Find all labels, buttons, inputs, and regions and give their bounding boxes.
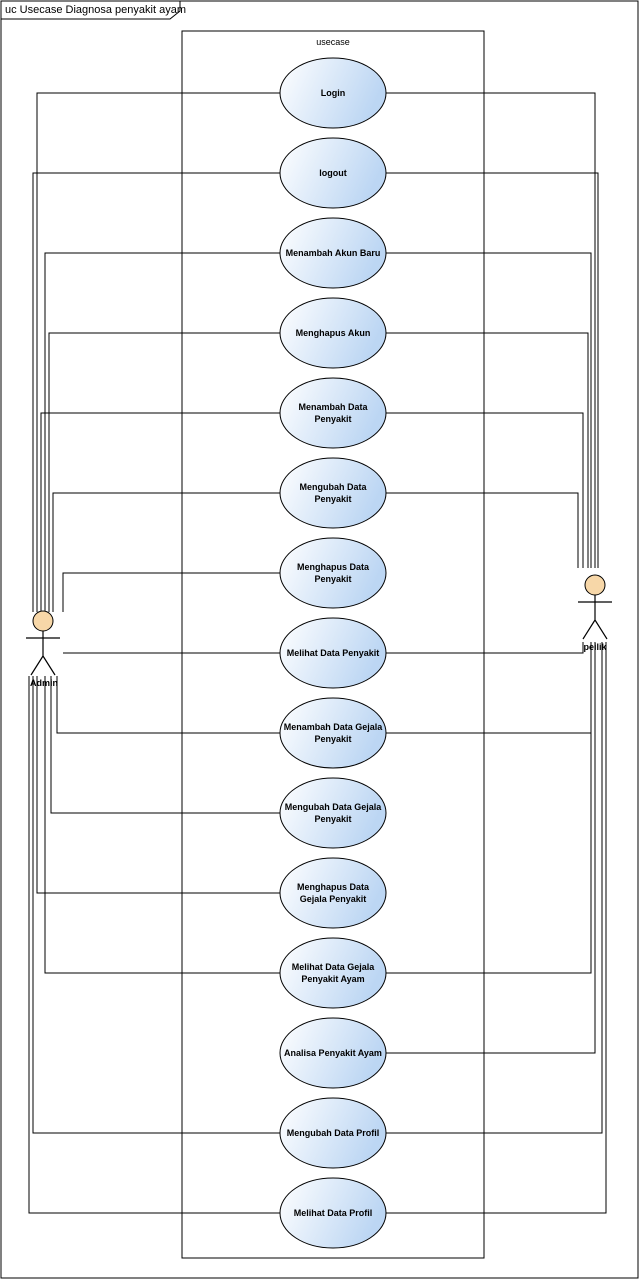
usecase-menambah-data-penyakit[interactable]: Menambah Data Penyakit bbox=[279, 377, 387, 449]
system-boundary-label: usecase bbox=[316, 37, 350, 47]
usecase-label: Penyakit bbox=[314, 814, 351, 824]
usecase-ellipse bbox=[279, 377, 387, 449]
usecase-label: Penyakit Ayam bbox=[301, 974, 364, 984]
usecase-mengubah-data-profil[interactable]: Mengubah Data Profil bbox=[279, 1097, 387, 1169]
usecase-label: logout bbox=[319, 168, 347, 178]
usecase-label: Gejala Penyakit bbox=[300, 894, 367, 904]
usecase-ellipse bbox=[279, 857, 387, 929]
usecase-menghapus-akun[interactable]: Menghapus Akun bbox=[279, 297, 387, 369]
usecase-logout[interactable]: logout bbox=[279, 137, 387, 209]
usecase-label: Melihat Data Gejala bbox=[292, 962, 376, 972]
usecase-analisa-penyakit-ayam[interactable]: Analisa Penyakit Ayam bbox=[279, 1017, 387, 1089]
usecase-login[interactable]: Login bbox=[279, 57, 387, 129]
usecase-label: Penyakit bbox=[314, 494, 351, 504]
usecase-label: Mengubah Data bbox=[299, 482, 367, 492]
actor-admin-head bbox=[32, 610, 54, 632]
usecase-label: Login bbox=[321, 88, 346, 98]
actor-peilik-head bbox=[584, 574, 606, 596]
usecase-melihat-data-gejala-penyakit-ayam[interactable]: Melihat Data Gejala Penyakit Ayam bbox=[279, 937, 387, 1009]
usecase-label: Menghapus Data bbox=[297, 882, 370, 892]
usecase-menambah-akun-baru[interactable]: Menambah Akun Baru bbox=[279, 217, 387, 289]
usecase-label: Menghapus Akun bbox=[296, 328, 371, 338]
usecase-label: Penyakit bbox=[314, 414, 351, 424]
usecase-ellipse bbox=[279, 537, 387, 609]
usecase-label: Mengubah Data Profil bbox=[287, 1128, 380, 1138]
usecase-label: Penyakit bbox=[314, 574, 351, 584]
usecase-ellipse bbox=[279, 777, 387, 849]
usecase-label: Menambah Data bbox=[298, 402, 368, 412]
usecase-menghapus-data-penyakit[interactable]: Menghapus Data Penyakit bbox=[279, 537, 387, 609]
usecase-label: Mengubah Data Gejala bbox=[285, 802, 383, 812]
usecase-label: Penyakit bbox=[314, 734, 351, 744]
usecase-melihat-data-penyakit[interactable]: Melihat Data Penyakit bbox=[279, 617, 387, 689]
usecase-mengubah-data-penyakit[interactable]: Mengubah Data Penyakit bbox=[279, 457, 387, 529]
usecase-label: Melihat Data Penyakit bbox=[287, 648, 380, 658]
actor-admin-label: Admin bbox=[30, 678, 58, 688]
usecase-diagram: uc Usecase Diagnosa penyakit ayam usecas… bbox=[0, 0, 639, 1279]
usecase-ellipse bbox=[279, 937, 387, 1009]
usecase-melihat-data-profil[interactable]: Melihat Data Profil bbox=[279, 1177, 387, 1249]
usecase-group: Login logout Menambah Akun Baru Menghapus A… bbox=[279, 57, 387, 1249]
usecase-mengubah-data-gejala-penyakit[interactable]: Mengubah Data Gejala Penyakit bbox=[279, 777, 387, 849]
usecase-label: Melihat Data Profil bbox=[294, 1208, 373, 1218]
usecase-ellipse bbox=[279, 697, 387, 769]
usecase-label: Menghapus Data bbox=[297, 562, 370, 572]
usecase-menambah-data-gejala-penyakit[interactable]: Menambah Data Gejala Penyakit bbox=[279, 697, 387, 769]
diagram-title: uc Usecase Diagnosa penyakit ayam bbox=[5, 4, 186, 16]
actor-peilik-label: peilik bbox=[583, 642, 607, 652]
usecase-ellipse bbox=[279, 457, 387, 529]
usecase-label: Menambah Akun Baru bbox=[286, 248, 381, 258]
usecase-label: Menambah Data Gejala bbox=[284, 722, 384, 732]
usecase-menghapus-data-gejala-penyakit[interactable]: Menghapus Data Gejala Penyakit bbox=[279, 857, 387, 929]
usecase-label: Analisa Penyakit Ayam bbox=[284, 1048, 382, 1058]
